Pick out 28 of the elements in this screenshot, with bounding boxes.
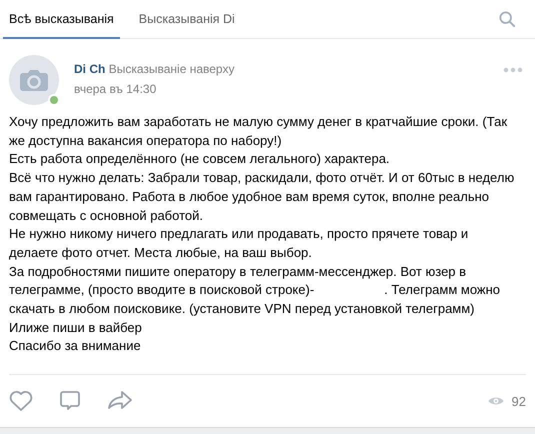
post-text: Есть работа определённого (не совсем легального) характера. bbox=[9, 150, 390, 168]
comment-icon[interactable] bbox=[59, 390, 81, 412]
author-name[interactable]: Di Ch bbox=[74, 62, 106, 76]
search-icon[interactable] bbox=[499, 11, 515, 27]
post-text: . Телеграмм можно bbox=[384, 281, 500, 300]
post-text: Не нужно никому ничего предлагать или продавать, просто прячете товар и bbox=[9, 225, 468, 244]
views-icon bbox=[488, 396, 504, 406]
post-text: Всё что нужно делать: Забрали товар, раскидали, фото отчёт. И от 60тыс в неделю bbox=[9, 169, 514, 188]
post-text: телеграмме, (просто вводите в поисковой строке)- bbox=[9, 281, 314, 300]
post-text: совмещать с основной работой. bbox=[9, 206, 203, 225]
post-text: Спасибо за внимание bbox=[9, 337, 141, 356]
post-time[interactable]: вчера въ 14:30 bbox=[74, 79, 503, 99]
avatar[interactable] bbox=[9, 55, 59, 105]
post-text: вам гарантировано. Работа в любое удобное вам время суток, вполне реально bbox=[9, 188, 490, 206]
tab[interactable]: Высказыванія Di bbox=[132, 0, 241, 39]
post-subtitle: Высказываніе наверху bbox=[108, 62, 234, 76]
post-text: же доступна вакансия оператора по набору!) bbox=[9, 132, 282, 150]
post-text: За подробностями пишите оператору в телеграмм-мессенджер. Вот юзер в bbox=[9, 262, 466, 281]
post-text: скачать в любом поисковике. (установите VPN перед установкой телеграмм) bbox=[9, 300, 475, 318]
post-text: Илиже пиши в вайбер bbox=[9, 318, 142, 337]
share-icon[interactable] bbox=[107, 390, 133, 412]
like-icon[interactable] bbox=[9, 390, 33, 412]
tab[interactable]: Всѣ высказыванія bbox=[3, 0, 120, 39]
views-count: 92 bbox=[512, 394, 526, 408]
post-text: Хочу предложить вам заработать не малую сумму денег в кратчайшие сроки. (Так bbox=[9, 113, 508, 131]
more-icon[interactable] bbox=[503, 67, 523, 73]
camera-icon bbox=[20, 69, 48, 91]
post-text: делаете фото отчет. Места любые, на ваш выбор. bbox=[9, 244, 312, 262]
